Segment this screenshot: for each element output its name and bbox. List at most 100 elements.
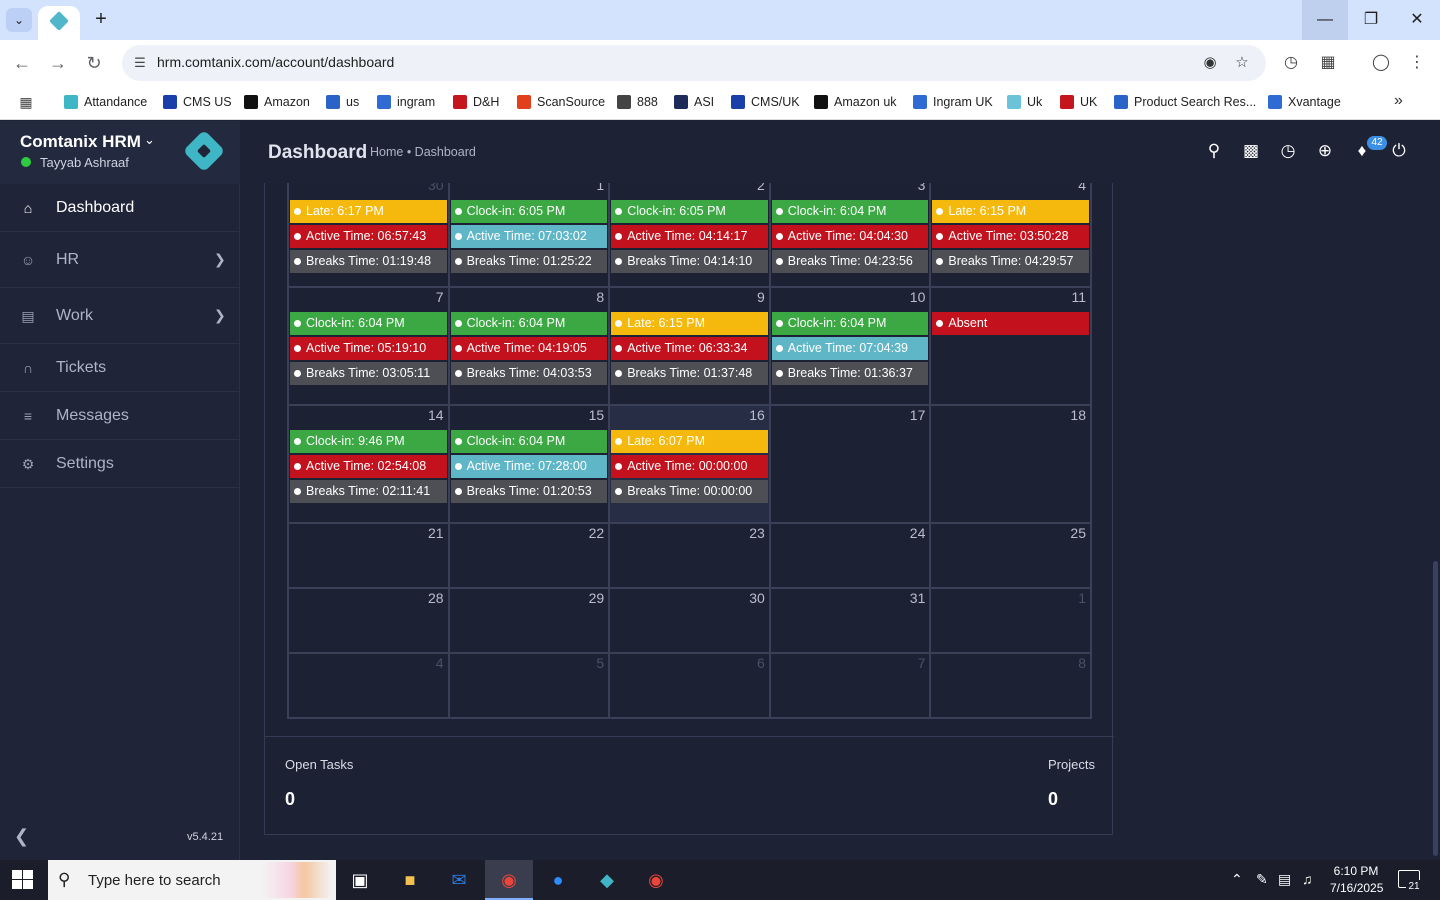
zoom-icon[interactable]: ● bbox=[534, 860, 582, 900]
taskbar-search-box[interactable]: ⚲ Type here to search bbox=[48, 860, 336, 900]
brand-name[interactable]: Comtanix HRM bbox=[20, 132, 141, 152]
url-text[interactable]: hrm.comtanix.com/account/dashboard bbox=[157, 54, 394, 70]
add-icon[interactable]: ⊕ bbox=[1314, 140, 1336, 162]
tab-search-button[interactable]: ⌄ bbox=[6, 8, 32, 32]
more-bookmarks-icon[interactable]: » bbox=[1394, 92, 1403, 110]
bookmark-item[interactable]: Xvantage bbox=[1268, 92, 1341, 112]
calendar-day-cell[interactable]: 8 bbox=[929, 652, 1092, 719]
calendar-day-cell[interactable]: 6 bbox=[608, 652, 771, 719]
calendar-day-cell[interactable]: 7 Clock-in: 6:04 PM Active Time: 05:19:10 B… bbox=[287, 286, 450, 406]
calendar-day-cell[interactable]: 1 bbox=[929, 587, 1092, 654]
sidebar-item-work[interactable]: ▤ Work ❯ bbox=[0, 288, 240, 344]
bookmark-star-icon[interactable]: ☆ bbox=[1232, 53, 1252, 73]
calendar-event[interactable]: Absent bbox=[932, 312, 1089, 335]
calendar-event[interactable]: Clock-in: 6:05 PM bbox=[450, 200, 608, 223]
calendar-day-cell[interactable]: 4 bbox=[287, 652, 450, 719]
bookmark-item[interactable]: Product Search Res... bbox=[1114, 92, 1256, 112]
calendar-day-cell[interactable]: 29 bbox=[447, 587, 611, 654]
forward-button[interactable]: → bbox=[46, 51, 70, 75]
calendar-event[interactable]: Breaks Time: 04:23:56 bbox=[771, 250, 929, 273]
translate-icon[interactable]: ◷ bbox=[1280, 52, 1302, 74]
calendar-event[interactable]: Breaks Time: 04:14:10 bbox=[611, 250, 768, 273]
calendar-event[interactable]: Active Time: 02:54:08 bbox=[290, 455, 447, 478]
calendar-day-cell[interactable]: 30 bbox=[608, 587, 771, 654]
site-info-icon[interactable]: ☰ bbox=[130, 53, 150, 73]
calendar-day-cell[interactable]: 16 Late: 6:07 PM Active Time: 00:00:00 Brea… bbox=[608, 404, 771, 524]
sidebar-item-messages[interactable]: ≡ Messages bbox=[0, 392, 240, 440]
calendar-event[interactable]: Clock-in: 9:46 PM bbox=[290, 430, 447, 453]
calendar-day-cell[interactable]: 18 bbox=[929, 404, 1092, 524]
calendar-event[interactable]: Clock-in: 6:04 PM bbox=[450, 430, 608, 453]
bookmark-item[interactable]: CMS US bbox=[163, 92, 232, 112]
calendar-event[interactable]: Active Time: 04:14:17 bbox=[611, 225, 768, 248]
calendar-event[interactable]: Breaks Time: 01:25:22 bbox=[450, 250, 608, 273]
chrome-icon[interactable]: ◉ bbox=[485, 860, 533, 900]
calendar-event[interactable]: Active Time: 07:04:39 bbox=[771, 337, 929, 360]
hrm-app-icon[interactable]: ◆ bbox=[583, 860, 631, 900]
address-bar[interactable]: ☰ hrm.comtanix.com/account/dashboard ◉ ☆ bbox=[122, 45, 1266, 81]
bookmark-item[interactable]: UK bbox=[1060, 92, 1097, 112]
sidebar-item-hr[interactable]: ☺ HR ❯ bbox=[0, 232, 240, 288]
location-icon[interactable]: ◉ bbox=[1200, 53, 1220, 73]
calendar-event[interactable]: Breaks Time: 04:03:53 bbox=[450, 362, 608, 385]
bookmark-item[interactable]: Amazon bbox=[244, 92, 310, 112]
file-explorer-icon[interactable]: ■ bbox=[386, 860, 434, 900]
bookmark-item[interactable]: Amazon uk bbox=[814, 92, 897, 112]
bookmark-item[interactable]: ingram bbox=[377, 92, 435, 112]
restore-button[interactable]: ❐ bbox=[1348, 0, 1394, 40]
calendar-event[interactable]: Breaks Time: 04:29:57 bbox=[932, 250, 1089, 273]
calendar-event[interactable]: Clock-in: 6:05 PM bbox=[611, 200, 768, 223]
calendar-event[interactable]: Breaks Time: 00:00:00 bbox=[611, 480, 768, 503]
calendar-event[interactable]: Active Time: 06:33:34 bbox=[611, 337, 768, 360]
scrollbar-thumb[interactable] bbox=[1433, 561, 1438, 856]
chevron-down-icon[interactable]: ⌄ bbox=[144, 132, 155, 148]
breadcrumb[interactable]: Home • Dashboard bbox=[370, 145, 476, 159]
active-tab[interactable] bbox=[38, 6, 80, 40]
extensions-icon[interactable]: ▦ bbox=[1317, 52, 1339, 74]
bookmark-item[interactable]: ScanSource bbox=[517, 92, 605, 112]
bookmark-item[interactable]: 888 bbox=[617, 92, 658, 112]
show-hidden-icons-icon[interactable]: ⌃ bbox=[1231, 871, 1243, 888]
windows-start-icon[interactable] bbox=[12, 870, 34, 890]
calendar-event[interactable]: Late: 6:07 PM bbox=[611, 430, 768, 453]
calendar-event[interactable]: Breaks Time: 01:19:48 bbox=[290, 250, 447, 273]
calendar-event[interactable]: Clock-in: 6:04 PM bbox=[771, 312, 929, 335]
minimize-button[interactable]: — bbox=[1302, 0, 1348, 40]
calendar-day-cell[interactable]: 11 Absent bbox=[929, 286, 1092, 406]
bookmark-item[interactable]: Attandance bbox=[64, 92, 147, 112]
network-icon[interactable]: ▤ bbox=[1278, 871, 1291, 888]
calendar-event[interactable]: Active Time: 07:28:00 bbox=[450, 455, 608, 478]
calendar-day-cell[interactable]: 9 Late: 6:15 PM Active Time: 06:33:34 Break… bbox=[608, 286, 771, 406]
calendar-day-cell[interactable]: 1 Clock-in: 6:05 PM Active Time: 07:03:02 B… bbox=[447, 183, 611, 288]
new-tab-button[interactable]: + bbox=[90, 8, 112, 32]
calendar-day-cell[interactable]: 14 Clock-in: 9:46 PM Active Time: 02:54:08… bbox=[287, 404, 450, 524]
bookmark-item[interactable]: us bbox=[326, 92, 359, 112]
bookmark-item[interactable]: D&H bbox=[453, 92, 499, 112]
calendar-day-cell[interactable]: 2 Clock-in: 6:05 PM Active Time: 04:14:17 B… bbox=[608, 183, 771, 288]
calendar-day-cell[interactable]: 7 bbox=[768, 652, 932, 719]
task-view-icon[interactable]: ▣ bbox=[336, 860, 384, 900]
calendar-event[interactable]: Breaks Time: 03:05:11 bbox=[290, 362, 447, 385]
apps-grid-icon[interactable]: ▦ bbox=[17, 93, 35, 111]
calendar-day-cell[interactable]: 15 Clock-in: 6:04 PM Active Time: 07:28:00… bbox=[447, 404, 611, 524]
calendar-event[interactable]: Active Time: 05:19:10 bbox=[290, 337, 447, 360]
calendar-day-cell[interactable]: 4 Late: 6:15 PM Active Time: 03:50:28 Break… bbox=[929, 183, 1092, 288]
calendar-day-cell[interactable]: 30 Late: 6:17 PM Active Time: 06:57:43 Brea… bbox=[287, 183, 450, 288]
reload-button[interactable]: ↻ bbox=[82, 51, 106, 75]
search-icon[interactable]: ⚲ bbox=[1203, 140, 1225, 162]
calendar-event[interactable]: Breaks Time: 02:11:41 bbox=[290, 480, 447, 503]
pen-icon[interactable]: ✎ bbox=[1256, 871, 1268, 888]
calendar-day-cell[interactable]: 23 bbox=[608, 522, 771, 589]
calendar-event[interactable]: Breaks Time: 01:37:48 bbox=[611, 362, 768, 385]
outlook-icon[interactable]: ✉ bbox=[435, 860, 483, 900]
collapse-sidebar-icon[interactable]: ❮ bbox=[14, 826, 29, 847]
calendar-event[interactable]: Clock-in: 6:04 PM bbox=[771, 200, 929, 223]
calendar-day-cell[interactable]: 25 bbox=[929, 522, 1092, 589]
bookmark-item[interactable]: CMS/UK bbox=[731, 92, 800, 112]
calendar-event[interactable]: Breaks Time: 01:36:37 bbox=[771, 362, 929, 385]
taskbar-clock[interactable]: 6:10 PM 7/16/2025 bbox=[1330, 863, 1383, 897]
calendar-event[interactable]: Clock-in: 6:04 PM bbox=[450, 312, 608, 335]
calendar-event[interactable]: Active Time: 04:04:30 bbox=[771, 225, 929, 248]
profile-icon[interactable]: ◯ bbox=[1370, 52, 1392, 74]
calendar-day-cell[interactable]: 24 bbox=[768, 522, 932, 589]
